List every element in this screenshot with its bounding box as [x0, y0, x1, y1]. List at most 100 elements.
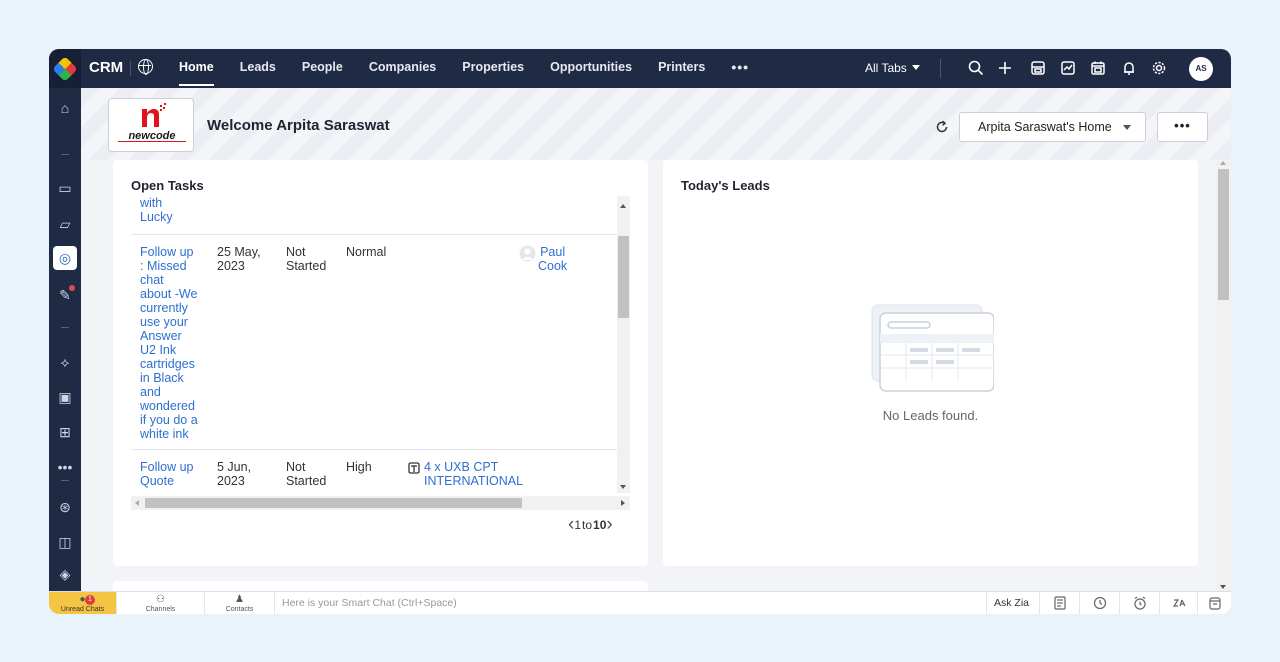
plus-icon[interactable] — [996, 59, 1014, 77]
open-tasks-title: Open Tasks — [131, 178, 204, 193]
tab-companies[interactable]: Companies — [369, 49, 436, 88]
all-tabs-label: All Tabs — [865, 61, 907, 75]
smart-chat-bar: ● 1 Unread Chats ⚇ Channels ♟ Contacts H… — [49, 591, 1231, 614]
scroll-up-arrow-icon[interactable] — [1220, 161, 1226, 165]
scrollbar-thumb[interactable] — [145, 498, 522, 508]
alarm-clock-icon[interactable] — [1132, 595, 1148, 611]
table-row[interactable]: Follow up : Missed chat about -We curren… — [131, 234, 617, 449]
table-icon[interactable]: ⊞ — [55, 422, 75, 442]
marketplace-icon[interactable] — [1029, 59, 1047, 77]
more-tabs-button[interactable]: ••• — [731, 49, 749, 88]
home-view-label: Arpita Saraswat's Home — [978, 120, 1112, 134]
page-vertical-scrollbar[interactable] — [1216, 161, 1231, 591]
task-vertical-scrollbar[interactable] — [617, 196, 630, 493]
task-subject[interactable]: Follow up Quote — [140, 460, 194, 488]
ask-zia-button[interactable]: Ask Zia — [994, 597, 1029, 609]
task-related-to[interactable]: 4 x UXB CPT INTERNATIONAL — [424, 460, 523, 488]
task-priority: High — [346, 460, 372, 474]
chevron-right-icon[interactable]: › — [606, 515, 612, 534]
scroll-down-arrow-icon[interactable] — [620, 485, 626, 489]
zia-search-icon[interactable]: ⊛ — [55, 497, 75, 517]
open-tasks-table: with Lucky Follow up : Missed chat about… — [131, 196, 617, 493]
user-avatar-icon — [519, 245, 536, 262]
unread-count-badge: 1 — [85, 595, 95, 605]
chat-icon[interactable]: ▭ — [55, 178, 75, 198]
module-tabs: Home Leads People Companies Properties O… — [179, 49, 775, 88]
chat-bubble-icon: ● — [79, 594, 86, 605]
workflow-icon[interactable]: ⟡ — [55, 352, 75, 372]
all-tabs-dropdown[interactable]: All Tabs — [865, 61, 920, 75]
calendar-icon[interactable] — [1089, 59, 1107, 77]
contacts-label: Contacts — [225, 606, 254, 613]
reports-icon[interactable]: ▣ — [55, 387, 75, 407]
tab-opportunities[interactable]: Opportunities — [550, 49, 632, 88]
scroll-down-arrow-icon[interactable] — [1220, 585, 1226, 589]
company-logo: newcode — [108, 98, 194, 152]
notes-icon[interactable] — [1052, 595, 1068, 611]
scroll-left-arrow-icon[interactable] — [135, 500, 139, 506]
left-sidebar: ⌂ ▭ ▱ ◎ ✎ ⟡ ▣ ⊞ ••• ⊛ ◫ ◈ — [49, 88, 81, 591]
smart-chat-input[interactable]: Here is your Smart Chat (Ctrl+Space) — [282, 597, 457, 609]
pager-to: 10 — [593, 518, 607, 532]
tab-home[interactable]: Home — [179, 52, 214, 86]
tag-icon[interactable]: ◈ — [55, 564, 75, 584]
divider — [1119, 592, 1120, 614]
task-subject[interactable]: Follow up : Missed chat about -We curren… — [140, 245, 198, 441]
task-due-date: 5 Jun, 2023 — [217, 460, 252, 488]
table-row[interactable]: Follow up Quote 5 Jun, 2023 Not Started … — [131, 449, 617, 493]
wallet-icon[interactable]: ◫ — [55, 532, 75, 552]
activity-icon[interactable] — [1059, 59, 1077, 77]
divider — [1039, 592, 1040, 614]
bell-icon[interactable] — [1120, 59, 1138, 77]
divider — [61, 327, 69, 328]
task-owner[interactable]: Paul Cook — [538, 245, 567, 273]
refresh-icon[interactable] — [934, 119, 950, 135]
divider — [1079, 592, 1080, 614]
related-deal-icon — [408, 462, 420, 474]
task-subject[interactable]: with Lucky — [140, 196, 173, 224]
folder-icon[interactable]: ▱ — [55, 214, 75, 234]
home-view-select[interactable]: Arpita Saraswat's Home — [959, 112, 1146, 142]
eye-icon[interactable]: ◎ — [53, 246, 77, 270]
channels-button[interactable]: ⚇ Channels — [117, 592, 205, 614]
scrollbar-thumb[interactable] — [1218, 169, 1229, 300]
tab-printers[interactable]: Printers — [658, 49, 705, 88]
zia-icon[interactable] — [1172, 595, 1188, 611]
globe-icon[interactable] — [138, 59, 153, 75]
caret-down-icon — [911, 65, 920, 70]
tab-properties[interactable]: Properties — [462, 49, 524, 88]
channels-icon: ⚇ — [156, 594, 165, 605]
svg-text:newcode: newcode — [128, 130, 175, 142]
empty-state-text: No Leads found. — [882, 408, 979, 423]
task-horizontal-scrollbar[interactable] — [131, 496, 630, 510]
newcode-logo-icon: newcode — [118, 103, 186, 142]
scroll-right-arrow-icon[interactable] — [621, 500, 625, 506]
search-icon[interactable] — [967, 59, 985, 77]
home-icon[interactable]: ⌂ — [55, 98, 75, 118]
todays-leads-title: Today's Leads — [681, 178, 770, 193]
notification-dot — [69, 285, 75, 291]
user-avatar[interactable]: AS — [1189, 57, 1213, 81]
feed-icon[interactable]: ✎ — [55, 285, 75, 305]
channels-label: Channels — [145, 606, 176, 613]
gear-icon[interactable] — [1150, 59, 1168, 77]
app-name: CRM — [89, 59, 124, 76]
tab-leads[interactable]: Leads — [240, 49, 276, 88]
zoho-logo-icon[interactable] — [49, 49, 81, 88]
divider — [1159, 592, 1160, 614]
tab-people[interactable]: People — [302, 49, 343, 88]
divider — [1197, 592, 1198, 614]
more-options-button[interactable]: ••• — [1157, 112, 1208, 142]
box-icon[interactable] — [1207, 595, 1223, 611]
open-tasks-card: Open Tasks with Lucky Follow up : Missed… — [113, 160, 648, 566]
divider — [986, 592, 987, 614]
more-icon[interactable]: ••• — [55, 457, 75, 477]
contacts-button[interactable]: ♟ Contacts — [205, 592, 275, 614]
task-priority: Normal — [346, 245, 387, 259]
scroll-up-arrow-icon[interactable] — [620, 204, 626, 208]
history-icon[interactable] — [1092, 595, 1108, 611]
scrollbar-thumb[interactable] — [618, 236, 629, 318]
todays-leads-card: Today's Leads No Leads found. — [663, 160, 1198, 566]
table-row[interactable]: with Lucky — [131, 196, 617, 234]
unread-chats-button[interactable]: ● 1 Unread Chats — [49, 592, 117, 614]
